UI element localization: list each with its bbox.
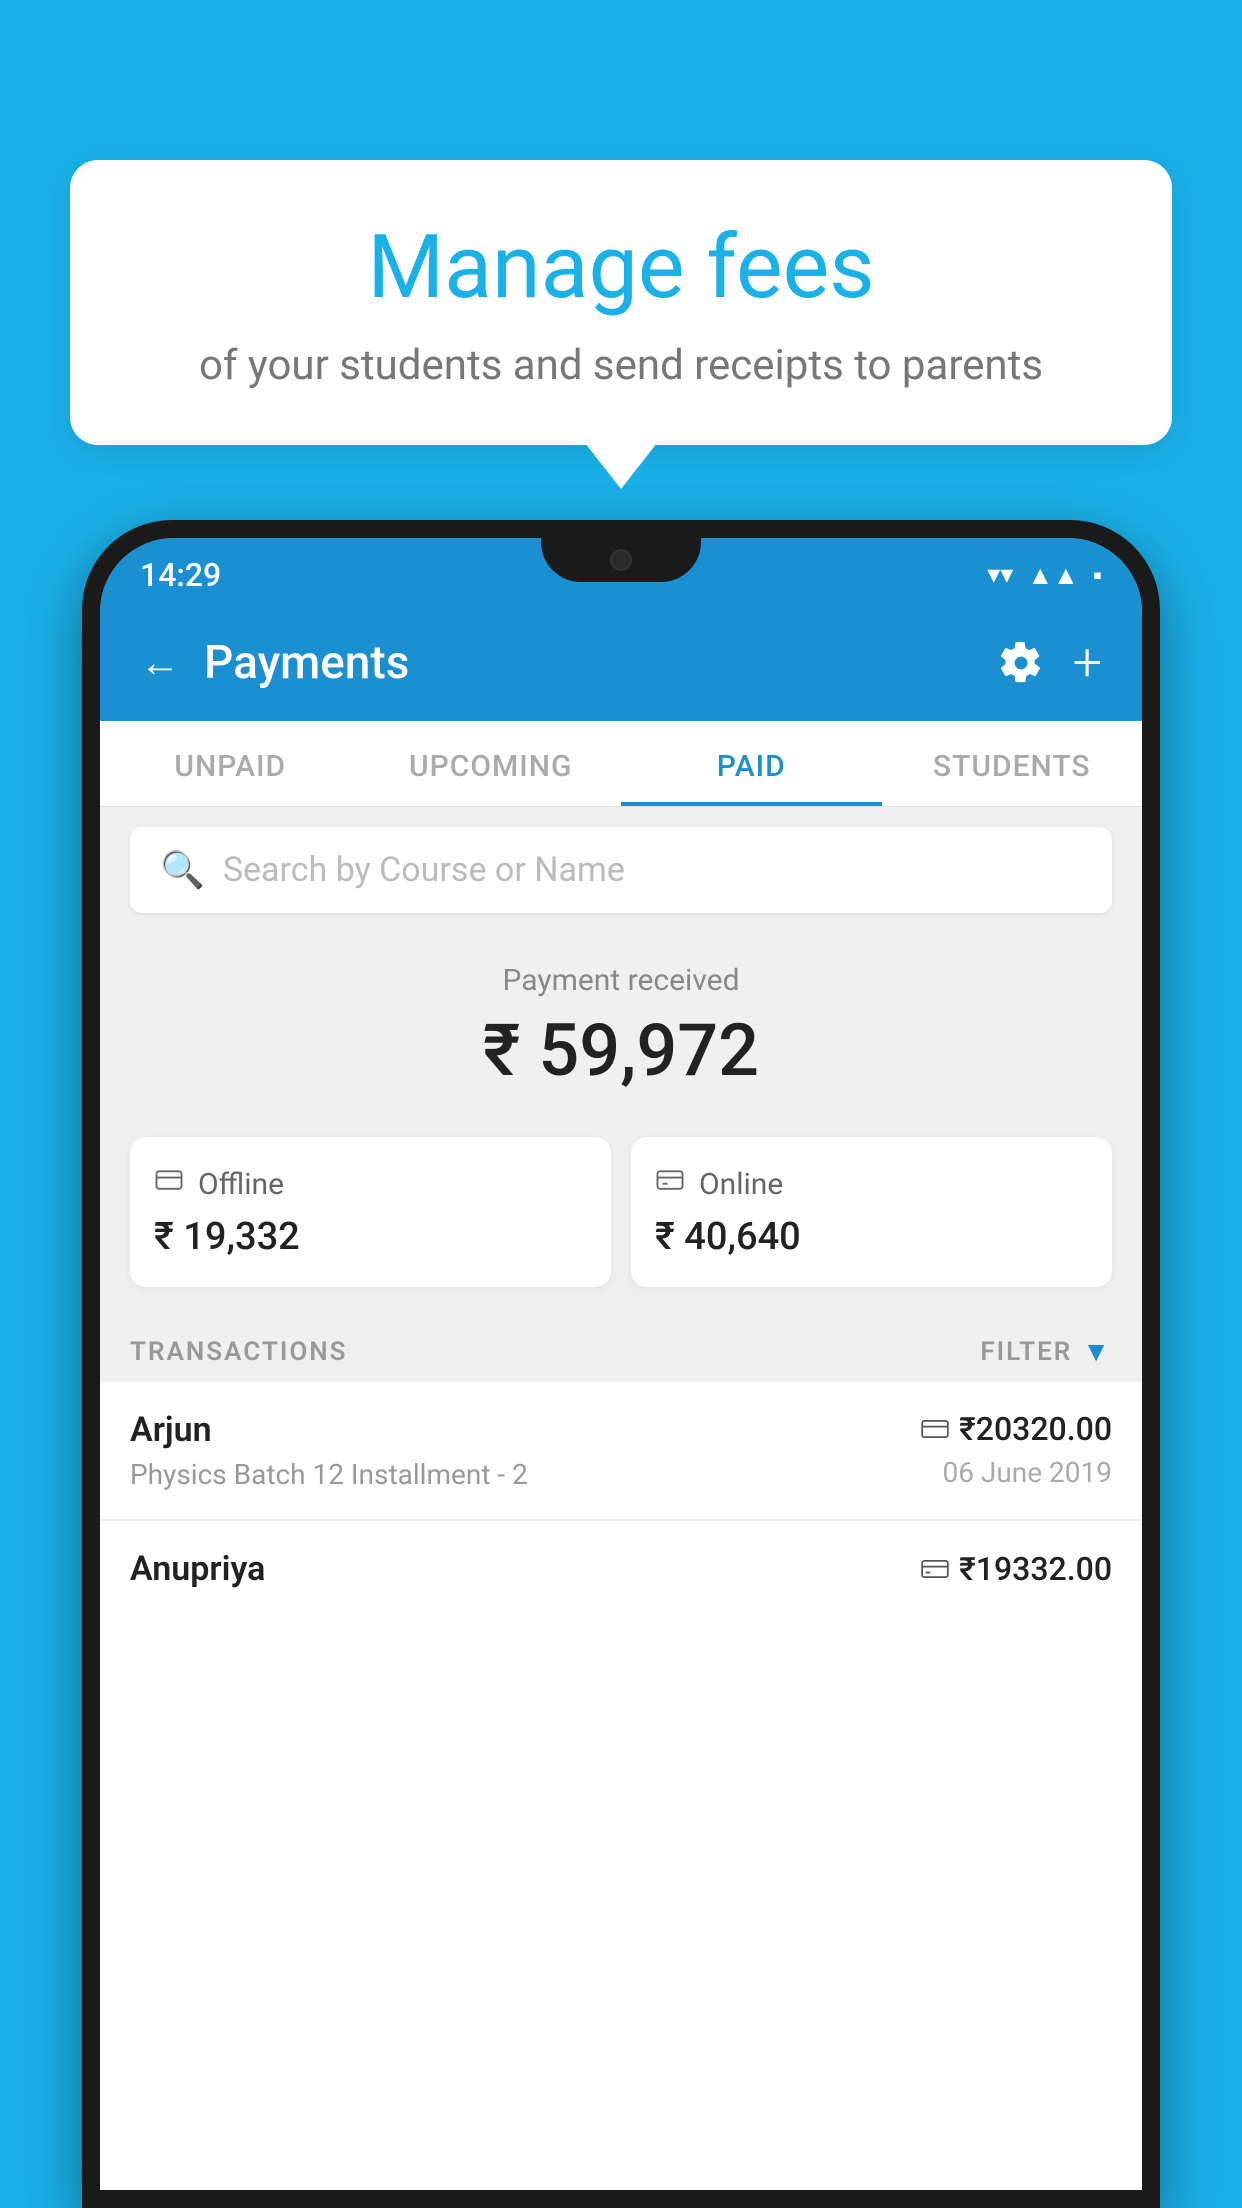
transaction-right-1: ₹20320.00 06 June 2019	[921, 1410, 1112, 1489]
transaction-amount-1: ₹20320.00	[959, 1410, 1112, 1448]
status-icons: ▾▾ ▲▲ ▪	[987, 560, 1102, 591]
offline-card: Offline ₹ 19,332	[130, 1137, 611, 1287]
header-right: +	[999, 632, 1102, 693]
phone-inner: 14:29 ▾▾ ▲▲ ▪ ← Payments + UNPAID UPC	[100, 538, 1142, 2190]
transaction-desc-1: Physics Batch 12 Installment - 2	[130, 1458, 528, 1491]
transactions-label: TRANSACTIONS	[130, 1337, 348, 1367]
bubble-subtitle: of your students and send receipts to pa…	[120, 341, 1122, 390]
online-icon	[655, 1165, 685, 1203]
offline-amount: ₹ 19,332	[154, 1215, 587, 1259]
payment-method-icon-2	[921, 1553, 949, 1586]
payment-total-amount: ₹ 59,972	[130, 1008, 1112, 1093]
transaction-list: Arjun Physics Batch 12 Installment - 2 ₹…	[100, 1382, 1142, 2190]
search-container: 🔍 Search by Course or Name	[100, 807, 1142, 933]
offline-icon	[154, 1165, 184, 1203]
online-label: Online	[699, 1167, 783, 1202]
tabs: UNPAID UPCOMING PAID STUDENTS	[100, 721, 1142, 807]
offline-label: Offline	[198, 1167, 284, 1202]
tab-students[interactable]: STUDENTS	[882, 721, 1143, 806]
bubble-title: Manage fees	[120, 220, 1122, 317]
phone-frame: 14:29 ▾▾ ▲▲ ▪ ← Payments + UNPAID UPC	[82, 520, 1160, 2208]
transactions-header: TRANSACTIONS FILTER ▼	[100, 1317, 1142, 1382]
page-title: Payments	[204, 636, 409, 690]
payment-method-icon-1	[921, 1413, 949, 1446]
transaction-name-1: Arjun	[130, 1410, 528, 1450]
speech-bubble: Manage fees of your students and send re…	[70, 160, 1172, 445]
payment-received-section: Payment received ₹ 59,972	[100, 933, 1142, 1137]
wifi-icon: ▾▾	[987, 560, 1013, 590]
payment-cards: Offline ₹ 19,332 Online ₹ 40,640	[100, 1137, 1142, 1317]
table-row[interactable]: Arjun Physics Batch 12 Installment - 2 ₹…	[100, 1382, 1142, 1520]
notch	[541, 538, 701, 582]
gear-icon[interactable]	[999, 641, 1043, 685]
battery-icon: ▪	[1093, 560, 1102, 591]
camera	[610, 549, 632, 571]
transaction-amount-row-1: ₹20320.00	[921, 1410, 1112, 1448]
transaction-left-2: Anupriya	[130, 1549, 265, 1597]
offline-card-header: Offline	[154, 1165, 587, 1203]
tab-upcoming[interactable]: UPCOMING	[361, 721, 622, 806]
transaction-name-2: Anupriya	[130, 1549, 265, 1589]
transaction-left-1: Arjun Physics Batch 12 Installment - 2	[130, 1410, 528, 1491]
filter-icon: ▼	[1082, 1335, 1112, 1368]
table-row[interactable]: Anupriya ₹19332.00	[100, 1520, 1142, 1625]
signal-icon: ▲▲	[1027, 560, 1078, 591]
search-bar[interactable]: 🔍 Search by Course or Name	[130, 827, 1112, 913]
transaction-amount-2: ₹19332.00	[959, 1550, 1112, 1588]
transaction-right-2: ₹19332.00	[921, 1550, 1112, 1596]
search-icon: 🔍	[160, 849, 205, 891]
payment-received-label: Payment received	[130, 963, 1112, 998]
status-bar: 14:29 ▾▾ ▲▲ ▪	[100, 538, 1142, 604]
tab-paid[interactable]: PAID	[621, 721, 882, 806]
filter-button[interactable]: FILTER ▼	[980, 1335, 1112, 1368]
add-button[interactable]: +	[1073, 632, 1102, 693]
app-header: ← Payments +	[100, 604, 1142, 721]
tab-unpaid[interactable]: UNPAID	[100, 721, 361, 806]
back-button[interactable]: ←	[140, 639, 180, 686]
status-time: 14:29	[140, 556, 221, 594]
online-card-header: Online	[655, 1165, 1088, 1203]
search-placeholder: Search by Course or Name	[223, 850, 625, 890]
header-left: ← Payments	[140, 636, 409, 690]
transaction-amount-row-2: ₹19332.00	[921, 1550, 1112, 1588]
filter-label: FILTER	[980, 1337, 1072, 1367]
online-amount: ₹ 40,640	[655, 1215, 1088, 1259]
online-card: Online ₹ 40,640	[631, 1137, 1112, 1287]
transaction-date-1: 06 June 2019	[921, 1456, 1112, 1489]
